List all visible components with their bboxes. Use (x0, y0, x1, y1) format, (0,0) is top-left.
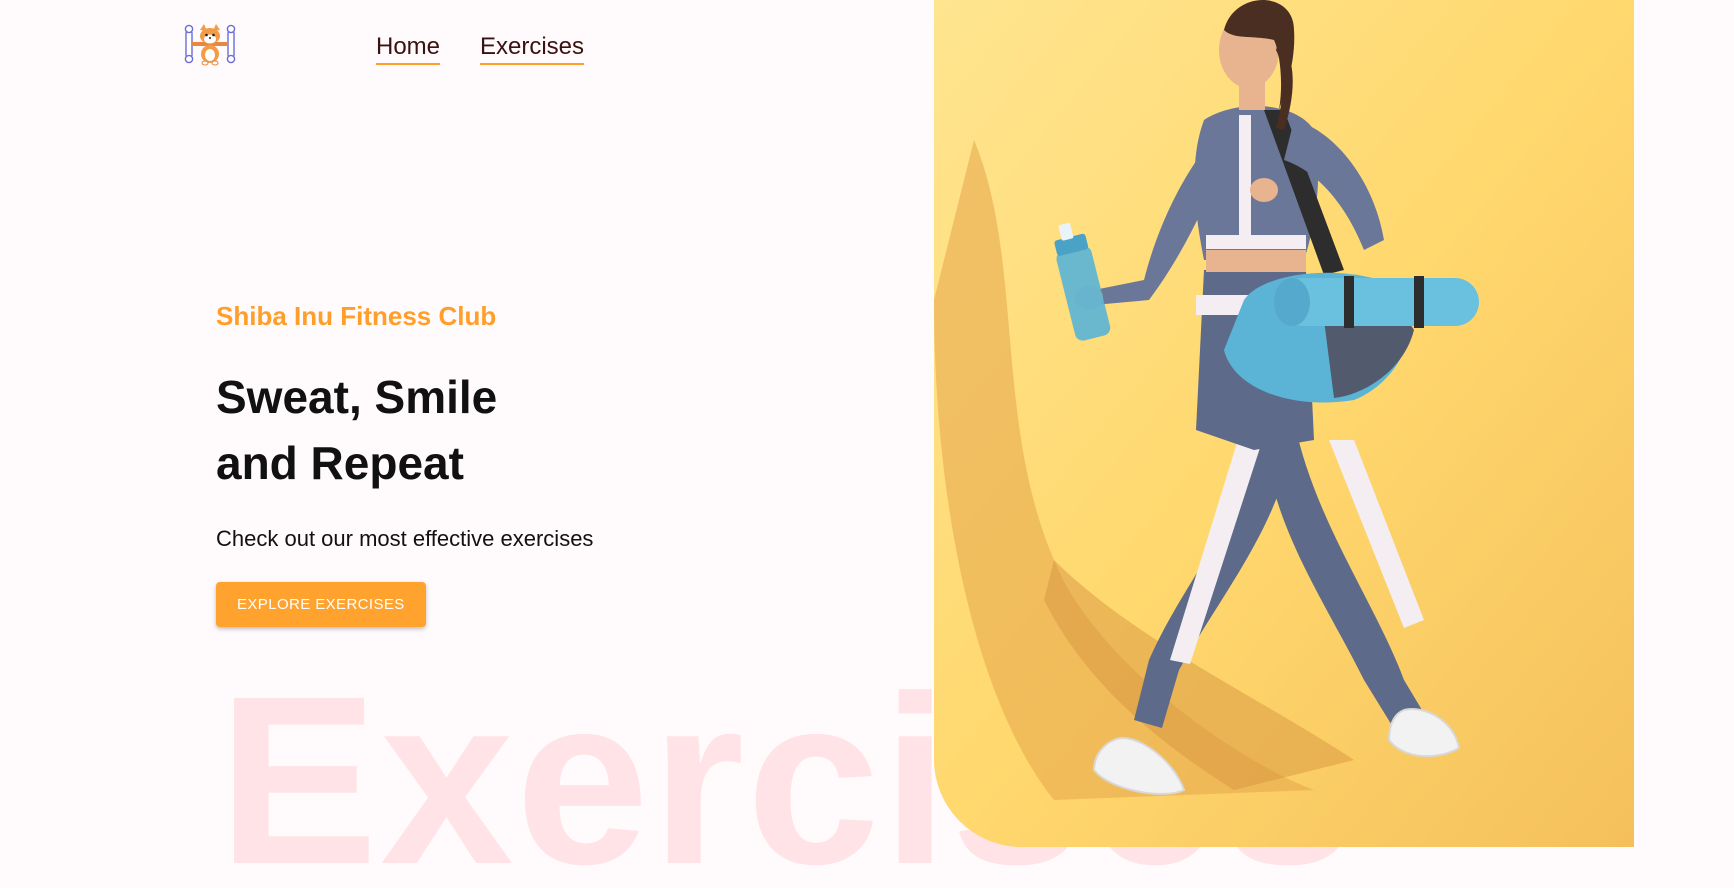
hero-subtitle: Check out our most effective exercises (216, 526, 594, 551)
page: Home Exercises Exercises Shiba Inu Fitne… (0, 0, 1734, 888)
hero-headline: Sweat, Smile and Repeat (216, 364, 896, 496)
nav-link-exercises[interactable]: Exercises (480, 33, 585, 65)
brand-title: Shiba Inu Fitness Club (216, 301, 497, 331)
headline-line-1: Sweat, Smile (216, 371, 498, 423)
headline-line-2: and Repeat (216, 437, 464, 489)
shiba-logo-icon[interactable] (184, 22, 236, 66)
woman-walking-icon (934, 0, 1634, 847)
hero-banner-image (934, 0, 1634, 847)
nav-link-home[interactable]: Home (376, 33, 441, 65)
explore-exercises-button[interactable]: EXPLORE EXERCISES (216, 582, 426, 627)
hero-section: Shiba Inu Fitness Club Sweat, Smile and … (216, 298, 896, 627)
